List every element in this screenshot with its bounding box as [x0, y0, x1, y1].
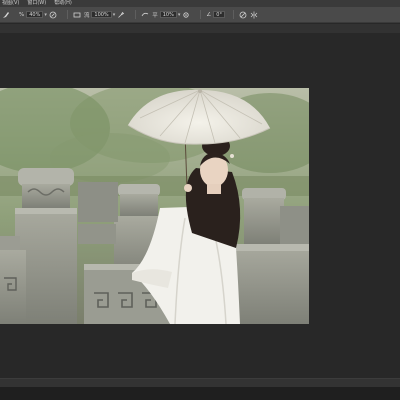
brush-preset-group — [2, 11, 13, 19]
extra-toggles — [239, 11, 261, 19]
smoothing-icon — [141, 12, 149, 16]
chevron-down-icon[interactable]: ▾ — [178, 12, 181, 18]
menu-window[interactable]: 窗口(W) — [27, 0, 46, 7]
chevron-down-icon[interactable]: ▾ — [113, 12, 116, 18]
smoothing-label: 平 — [152, 12, 158, 19]
angle-group: ∠ 0° — [206, 11, 226, 18]
separator — [232, 10, 234, 19]
document-canvas[interactable] — [0, 88, 309, 324]
chevron-down-icon[interactable]: ▾ — [44, 12, 47, 18]
photoshop-window: 视图(V) 窗口(W) 帮助(H) % 40% ▾ 流 100% ▾ 平 10%… — [0, 0, 400, 400]
pressure-size-icon[interactable] — [239, 11, 247, 19]
opacity-field[interactable]: 40% — [26, 11, 44, 18]
document-tab-strip — [0, 24, 400, 33]
airbrush-icon[interactable] — [117, 11, 125, 19]
menu-help[interactable]: 帮助(H) — [54, 0, 72, 7]
separator — [200, 10, 202, 19]
brush-tool-icon[interactable] — [2, 11, 10, 19]
flow-group: 流 100% ▾ — [73, 11, 128, 19]
flow-label: 流 — [83, 12, 90, 19]
flow-icon — [73, 12, 81, 17]
smoothing-group: 平 10% ▾ — [141, 11, 193, 19]
separator — [66, 10, 68, 19]
angle-label: ∠ — [206, 11, 212, 18]
photo-image — [0, 88, 309, 324]
symmetry-icon[interactable] — [250, 11, 258, 19]
angle-field[interactable]: 0° — [213, 11, 225, 18]
smoothing-gear-icon[interactable] — [182, 11, 190, 19]
menu-view[interactable]: 视图(V) — [2, 0, 19, 7]
opacity-group: % 40% ▾ — [19, 11, 60, 19]
separator — [135, 10, 137, 19]
smoothing-field[interactable]: 10% — [159, 11, 177, 18]
menu-bar: 视图(V) 窗口(W) 帮助(H) — [0, 0, 400, 7]
pressure-opacity-icon[interactable] — [49, 11, 57, 19]
flow-field[interactable]: 100% — [91, 11, 112, 18]
opacity-label: % — [19, 11, 25, 18]
timeline-strip — [0, 387, 400, 400]
status-bar — [0, 378, 400, 387]
options-bar: % 40% ▾ 流 100% ▾ 平 10% ▾ ∠ 0° — [0, 7, 400, 23]
